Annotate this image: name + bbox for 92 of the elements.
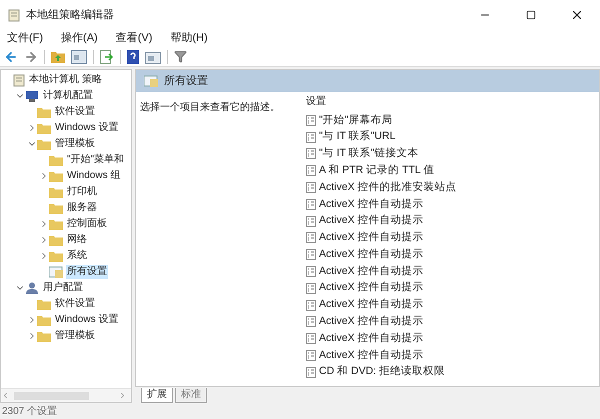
description-text: 选择一个项目来查看它的描述。 bbox=[140, 102, 280, 113]
column-header[interactable]: 设置 bbox=[306, 94, 599, 112]
properties-icon[interactable] bbox=[145, 50, 161, 64]
setting-icon bbox=[306, 249, 316, 260]
setting-item[interactable]: "开始"屏幕布局 bbox=[319, 112, 392, 128]
setting-item[interactable]: ActiveX 控件自动提示 bbox=[319, 280, 424, 296]
tree-item[interactable]: 管理模板 bbox=[54, 329, 96, 343]
window-title: 本地组策略编辑器 bbox=[26, 8, 114, 23]
tree-item[interactable]: 软件设置 bbox=[54, 105, 96, 119]
menu-item[interactable]: 操作(A) bbox=[61, 30, 98, 47]
folder-icon bbox=[37, 106, 51, 118]
folder-icon bbox=[49, 186, 63, 198]
menu-item[interactable]: 查看(V) bbox=[116, 30, 152, 47]
setting-icon bbox=[306, 216, 316, 227]
setting-icon bbox=[306, 148, 316, 160]
policy-icon bbox=[13, 74, 25, 86]
folder-icon bbox=[37, 314, 51, 326]
setting-item[interactable]: ActiveX 控件自动提示 bbox=[319, 330, 424, 347]
tree-item[interactable]: 打印机 bbox=[66, 185, 98, 199]
tree-item[interactable]: 计算机配置 bbox=[42, 89, 94, 103]
user-icon bbox=[25, 282, 39, 294]
tree-item[interactable]: Windows 设置 bbox=[54, 313, 120, 327]
computer-icon bbox=[25, 90, 39, 102]
setting-item[interactable]: "与 IT 联系"URL bbox=[319, 129, 396, 146]
settings-icon bbox=[49, 266, 63, 278]
setting-item[interactable]: "与 IT 联系"链接文本 bbox=[319, 146, 418, 162]
tree-item[interactable]: 服务器 bbox=[66, 201, 98, 215]
setting-item[interactable]: ActiveX 控件的批准安装站点 bbox=[319, 180, 457, 196]
setting-item[interactable]: A 和 PTR 记录的 TTL 值 bbox=[319, 162, 434, 179]
back-icon[interactable] bbox=[4, 50, 18, 64]
folder-icon bbox=[49, 250, 63, 262]
folder-icon bbox=[49, 170, 63, 182]
folder-icon bbox=[37, 122, 51, 134]
tree-item[interactable]: 网络 bbox=[66, 233, 88, 247]
status-text: 2307 个设置 bbox=[2, 404, 58, 418]
filter-icon[interactable] bbox=[174, 50, 187, 63]
setting-icon bbox=[306, 333, 316, 344]
tree-item[interactable]: Windows 组 bbox=[66, 169, 122, 183]
tree-item[interactable]: 管理模板 bbox=[54, 137, 96, 151]
setting-icon bbox=[306, 282, 316, 294]
setting-icon bbox=[306, 198, 316, 210]
close-icon bbox=[570, 8, 584, 22]
export-icon[interactable] bbox=[100, 50, 114, 64]
folder-icon bbox=[49, 218, 63, 230]
horizontal-scrollbar[interactable] bbox=[1, 388, 131, 402]
tree-item[interactable]: 系统 bbox=[66, 249, 88, 263]
scroll-right-icon[interactable] bbox=[118, 391, 127, 400]
folder-up-icon[interactable] bbox=[51, 50, 65, 62]
setting-icon bbox=[306, 316, 316, 328]
menu-item[interactable]: 文件(F) bbox=[7, 30, 44, 47]
tree-item[interactable]: 所有设置 bbox=[66, 265, 108, 279]
menu-item[interactable]: 帮助(H) bbox=[170, 30, 208, 47]
setting-icon bbox=[306, 366, 316, 378]
tree-item[interactable]: 软件设置 bbox=[54, 297, 96, 311]
tree-item[interactable]: Windows 设置 bbox=[54, 121, 120, 135]
folder-icon bbox=[37, 138, 51, 150]
setting-item[interactable]: ActiveX 控件自动提示 bbox=[319, 264, 424, 280]
folder-icon bbox=[49, 154, 63, 166]
folder-icon bbox=[37, 330, 51, 342]
setting-icon bbox=[306, 350, 316, 362]
setting-icon bbox=[306, 232, 316, 244]
folder-icon bbox=[49, 234, 63, 246]
settings-icon bbox=[144, 75, 158, 87]
tree-item[interactable]: 本地计算机 策略 bbox=[28, 73, 103, 87]
view-tab[interactable]: 标准 bbox=[175, 388, 207, 403]
scroll-left-icon[interactable] bbox=[1, 391, 10, 400]
setting-item[interactable]: ActiveX 控件自动提示 bbox=[319, 213, 424, 230]
setting-icon bbox=[306, 300, 316, 311]
setting-item[interactable]: CD 和 DVD: 拒绝读取权限 bbox=[319, 364, 446, 380]
setting-icon bbox=[306, 165, 316, 176]
folder-icon bbox=[49, 202, 63, 214]
forward-icon[interactable] bbox=[24, 50, 38, 64]
setting-item[interactable]: ActiveX 控件自动提示 bbox=[319, 348, 424, 364]
tree-item[interactable]: 控制面板 bbox=[66, 217, 108, 231]
setting-icon bbox=[306, 266, 316, 278]
help-icon[interactable] bbox=[127, 50, 139, 64]
policy-icon bbox=[8, 8, 20, 22]
panel-title: 所有设置 bbox=[164, 74, 208, 89]
maximize-icon bbox=[526, 10, 536, 20]
tree-item[interactable]: 用户配置 bbox=[42, 281, 84, 295]
setting-icon bbox=[306, 132, 316, 143]
setting-item[interactable]: ActiveX 控件自动提示 bbox=[319, 297, 424, 314]
setting-item[interactable]: ActiveX 控件自动提示 bbox=[319, 196, 424, 212]
setting-icon bbox=[306, 114, 316, 126]
tree-item[interactable]: "开始"菜单和 bbox=[66, 153, 126, 167]
setting-item[interactable]: ActiveX 控件自动提示 bbox=[319, 230, 424, 246]
setting-item[interactable]: ActiveX 控件自动提示 bbox=[319, 246, 424, 263]
folder-icon bbox=[37, 298, 51, 310]
setting-item[interactable]: ActiveX 控件自动提示 bbox=[319, 314, 424, 330]
console-icon[interactable] bbox=[71, 50, 87, 64]
view-tab[interactable]: 扩展 bbox=[141, 388, 173, 403]
setting-icon bbox=[306, 182, 316, 194]
